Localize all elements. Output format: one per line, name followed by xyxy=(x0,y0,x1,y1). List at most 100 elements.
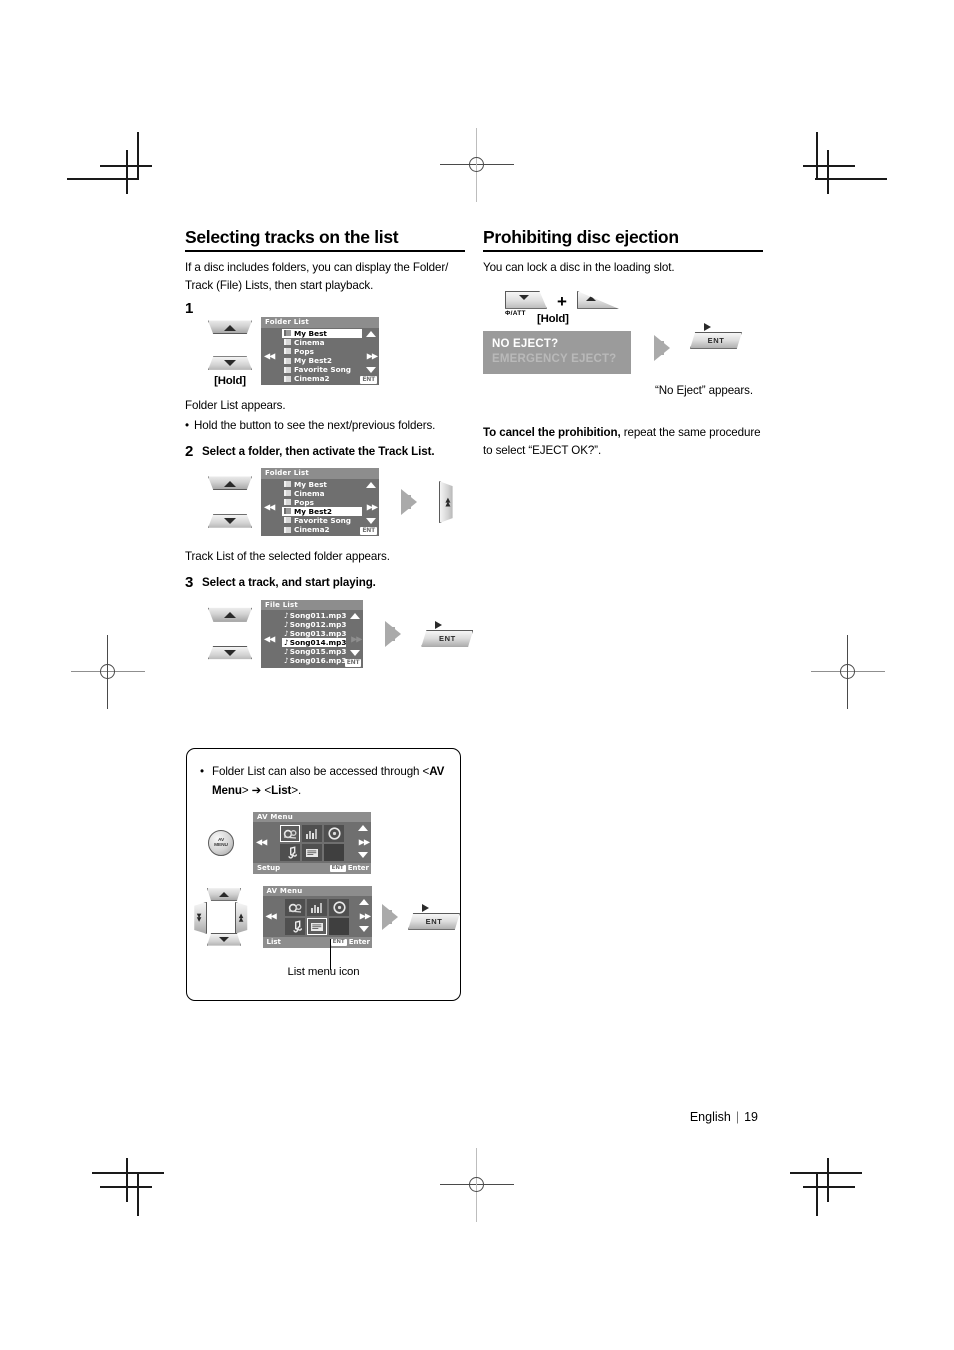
lcd-av-menu-list: AV Menu ◀◀ ▶▶ List ENT Enter xyxy=(262,885,372,948)
scroll-down-icon xyxy=(366,367,376,374)
arrow-up-icon xyxy=(224,324,236,331)
list-item[interactable]: ♪ Song014.mp3 xyxy=(282,638,347,648)
list-item[interactable]: My Best2 xyxy=(282,506,362,516)
eject-button[interactable] xyxy=(576,290,619,309)
down-button[interactable] xyxy=(208,356,252,373)
list-item[interactable]: Cinema xyxy=(282,489,362,498)
list-item-label: Song013.mp3 xyxy=(289,629,347,639)
down-button[interactable] xyxy=(208,645,252,663)
down-button[interactable] xyxy=(208,514,252,531)
arrow-up-icon xyxy=(224,480,236,487)
music-note-icon: ♪ xyxy=(284,638,289,648)
step-2-number: 2 xyxy=(185,442,194,460)
list-item[interactable]: Pops xyxy=(282,347,362,356)
list-item[interactable]: Favorite Song xyxy=(282,516,362,525)
scroll-down-icon xyxy=(359,926,369,933)
list-item[interactable]: Pops xyxy=(282,498,362,507)
ent-button[interactable]: ENT xyxy=(421,629,474,647)
flow-arrow-icon xyxy=(654,334,670,361)
folder-icon xyxy=(284,517,291,524)
scroll-up-icon xyxy=(366,481,376,488)
hold-label-step1: [Hold] xyxy=(214,375,246,388)
list-item[interactable]: My Best xyxy=(282,328,362,338)
dpad-down-button[interactable] xyxy=(207,932,241,946)
list-item[interactable]: Cinema xyxy=(282,338,362,347)
list-menu-icon[interactable] xyxy=(302,844,322,862)
enter-chip: ENT xyxy=(360,376,377,385)
arrow-down-icon xyxy=(519,294,529,300)
ent-button[interactable]: ENT xyxy=(408,912,460,930)
empty-cell xyxy=(324,844,344,862)
equalizer-icon[interactable] xyxy=(307,899,328,917)
list-item[interactable]: ♪ Song016.mp3 xyxy=(282,656,346,665)
folder-icon xyxy=(284,375,291,382)
lcd-folder-list-step2: Folder List ◀◀ ▶▶ My Best Cinema Pops My… xyxy=(261,468,379,537)
eject-message-flow: NO EJECT? EMERGENCY EJECT? ENT xyxy=(483,322,763,375)
setup-icon[interactable] xyxy=(280,825,300,843)
list-item[interactable]: Cinema2 xyxy=(282,374,362,383)
list-item[interactable]: ♪ Song011.mp3 xyxy=(282,611,346,620)
next-side-button[interactable]: ▶▶ xyxy=(439,481,453,524)
dpad-prev-button[interactable]: ◀◀ xyxy=(194,901,207,934)
step-1-heading: 1 xyxy=(185,300,465,318)
folder-icon xyxy=(284,348,291,355)
list-item[interactable]: My Best2 xyxy=(282,356,362,365)
bullet-dot: • xyxy=(200,765,205,778)
attenuate-label: Φ/ATT xyxy=(505,309,526,317)
up-button[interactable] xyxy=(208,317,252,335)
registration-mark-right xyxy=(811,635,885,709)
list-item-label: Favorite Song xyxy=(294,515,352,525)
scroll-up-icon xyxy=(366,330,376,337)
disc-icon[interactable] xyxy=(324,825,344,843)
scroll-up-icon xyxy=(359,899,369,906)
list-item-label: Song014.mp3 xyxy=(289,638,347,648)
music-note-icon[interactable] xyxy=(280,844,300,862)
list-item[interactable]: Favorite Song xyxy=(282,365,362,374)
next-track-icon: ▶▶ xyxy=(444,498,451,506)
list-item[interactable]: ♪ Song013.mp3 xyxy=(282,629,346,638)
list-item[interactable]: Cinema2 xyxy=(282,525,362,534)
lcd-footer-label: Setup xyxy=(257,864,281,873)
attenuate-button[interactable] xyxy=(505,290,547,309)
registration-mark-top xyxy=(440,128,514,202)
up-button[interactable] xyxy=(208,605,252,622)
step-2-instruction: Select a folder, then activate the Track… xyxy=(202,444,435,458)
footer-page-number: 19 xyxy=(744,1110,758,1124)
av-menu-button[interactable]: AV MENU xyxy=(208,829,234,856)
next-track-icon: ▶▶ xyxy=(366,502,378,512)
list-menu-icon[interactable] xyxy=(307,918,328,936)
dpad-up-button[interactable] xyxy=(207,888,241,901)
arrow-down-icon xyxy=(224,518,236,525)
lcd-folder-list-step1: Folder List ◀◀ ▶▶ My Best Cinema Pops My… xyxy=(261,317,379,386)
ent-button[interactable]: ENT xyxy=(690,331,742,349)
note-bullet: • Folder List can also be accessed throu… xyxy=(200,763,446,800)
equalizer-icon[interactable] xyxy=(302,825,322,843)
list-item-label: Song015.mp3 xyxy=(289,647,347,657)
note-text-part3: < xyxy=(261,783,272,797)
list-item-label: Cinema xyxy=(294,488,325,498)
list-item-label: Cinema2 xyxy=(294,525,330,534)
enter-chip: ENT xyxy=(329,865,346,872)
prev-track-icon: ◀◀ xyxy=(264,502,275,512)
list-item-label: Cinema2 xyxy=(294,374,330,384)
folder-icon xyxy=(284,481,291,488)
list-item[interactable]: My Best xyxy=(282,480,362,489)
enter-word: Enter xyxy=(348,938,370,947)
folder-icon xyxy=(284,339,291,346)
empty-cell xyxy=(329,918,350,936)
list-item-label: My Best xyxy=(294,479,327,489)
up-button[interactable] xyxy=(208,473,252,491)
list-item[interactable]: ♪ Song012.mp3 xyxy=(282,620,346,629)
folder-icon xyxy=(284,490,291,497)
next-track-icon: ▶▶ xyxy=(358,837,370,847)
dpad-next-button[interactable]: ▶▶ xyxy=(234,901,248,934)
disc-icon[interactable] xyxy=(329,899,350,917)
lcd-file-list-step3: File List ◀◀ ▶▶ ♪ Song011.mp3 ♪ Song012.mp… xyxy=(261,599,364,668)
prev-track-icon: ◀◀ xyxy=(264,634,275,644)
music-note-icon[interactable] xyxy=(285,918,306,936)
page-title-left: Selecting tracks on the list xyxy=(185,227,399,247)
step-3-number: 3 xyxy=(185,574,194,592)
list-item[interactable]: ♪ Song015.mp3 xyxy=(282,647,346,656)
lcd-footer: List ENT Enter xyxy=(262,937,372,948)
setup-icon[interactable] xyxy=(285,899,306,917)
